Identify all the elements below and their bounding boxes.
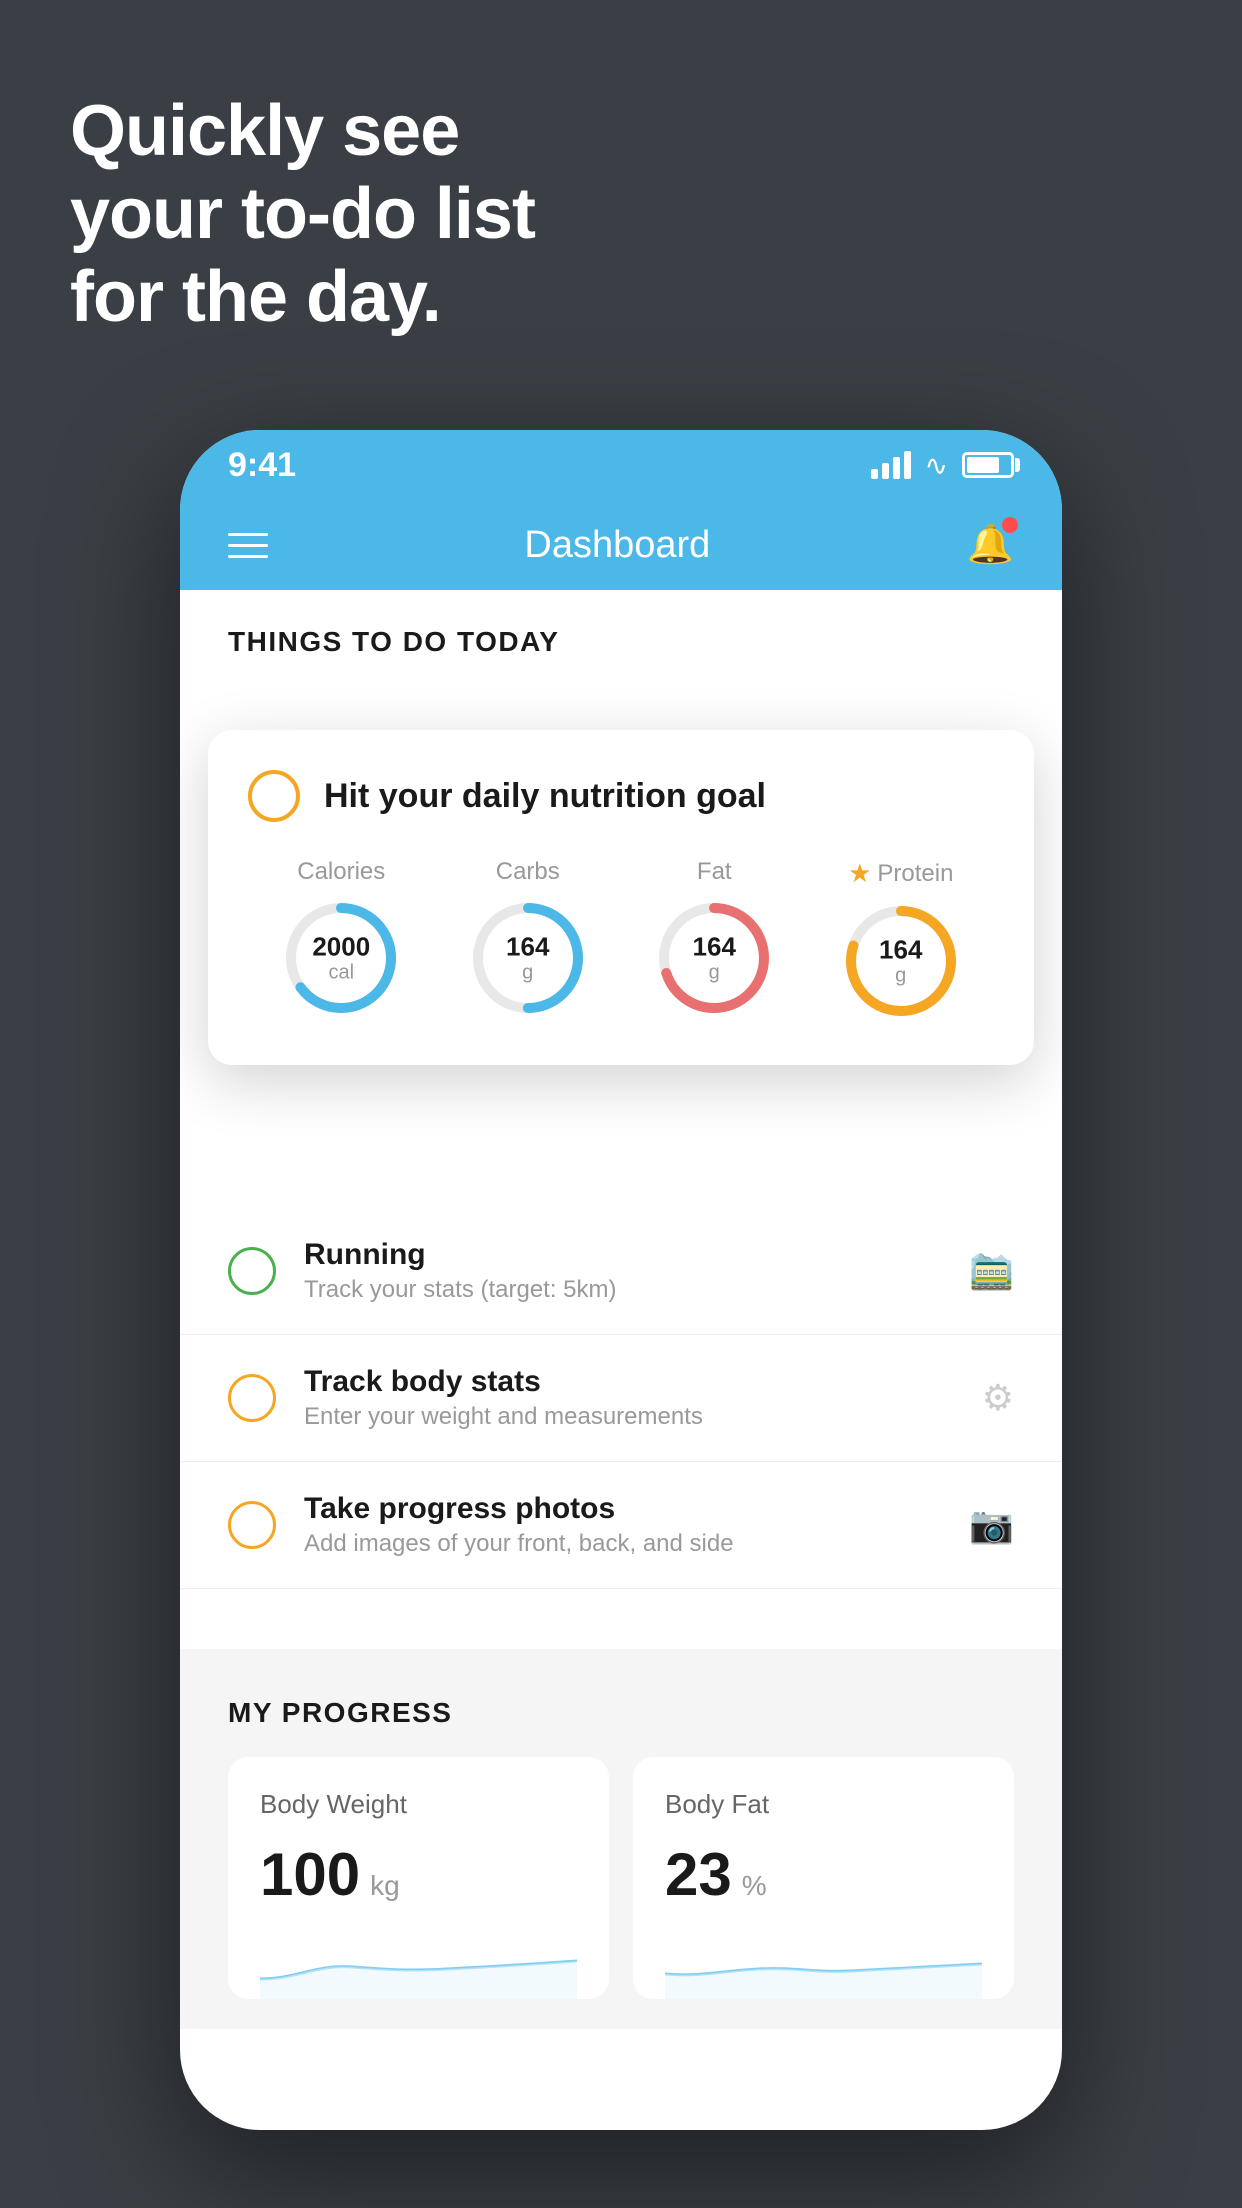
body-fat-chart [665, 1929, 982, 1999]
calories-item: Calories 2000 cal [281, 858, 401, 1018]
nutrition-check-circle[interactable] [248, 770, 300, 822]
menu-button[interactable] [228, 533, 268, 558]
body-fat-title: Body Fat [665, 1789, 982, 1820]
signal-icon [871, 451, 911, 479]
status-icons: ∿ [871, 449, 1014, 482]
todo-item-photos[interactable]: Take progress photos Add images of your … [180, 1462, 1062, 1589]
body-weight-number: 100 [260, 1840, 360, 1909]
nutrition-card: Hit your daily nutrition goal Calories 2… [208, 730, 1034, 1065]
photos-sub: Add images of your front, back, and side [304, 1530, 941, 1558]
hero-line1: Quickly see [70, 90, 535, 173]
fat-label: Fat [697, 858, 732, 886]
carbs-value: 164 [506, 933, 549, 962]
running-name: Running [304, 1238, 941, 1272]
protein-donut: 164 g [841, 901, 961, 1021]
body-fat-value: 23 % [665, 1840, 982, 1909]
body-stats-icon: ⚙ [982, 1377, 1014, 1419]
carbs-item: Carbs 164 g [468, 858, 588, 1018]
fat-item: Fat 164 g [654, 858, 774, 1018]
body-stats-sub: Enter your weight and measurements [304, 1403, 954, 1431]
progress-section: MY PROGRESS Body Weight 100 kg [180, 1649, 1062, 2029]
phone-mockup: 9:41 ∿ Dashboard 🔔 THINGS TO [180, 430, 1062, 2130]
body-fat-card: Body Fat 23 % [633, 1757, 1014, 1999]
todo-list: Running Track your stats (target: 5km) 🚞… [180, 1208, 1062, 1589]
protein-unit: g [879, 964, 922, 986]
nutrition-circles: Calories 2000 cal Carbs [248, 858, 994, 1021]
progress-header: MY PROGRESS [228, 1697, 1014, 1729]
app-title: Dashboard [524, 524, 710, 567]
app-header: Dashboard 🔔 [180, 500, 1062, 590]
todo-item-body-stats[interactable]: Track body stats Enter your weight and m… [180, 1335, 1062, 1462]
hero-text: Quickly see your to-do list for the day. [70, 90, 535, 338]
body-weight-value: 100 kg [260, 1840, 577, 1909]
nutrition-header: Hit your daily nutrition goal [248, 770, 994, 822]
running-icon: 🚞 [969, 1250, 1014, 1292]
fat-unit: g [693, 961, 736, 983]
carbs-unit: g [506, 961, 549, 983]
calories-donut: 2000 cal [281, 898, 401, 1018]
fat-donut: 164 g [654, 898, 774, 1018]
status-time: 9:41 [228, 446, 296, 485]
body-weight-unit: kg [370, 1870, 400, 1902]
carbs-donut: 164 g [468, 898, 588, 1018]
progress-cards: Body Weight 100 kg Body Fat [228, 1757, 1014, 1999]
photos-text: Take progress photos Add images of your … [304, 1492, 941, 1558]
photos-name: Take progress photos [304, 1492, 941, 1526]
running-sub: Track your stats (target: 5km) [304, 1276, 941, 1304]
body-stats-name: Track body stats [304, 1365, 954, 1399]
body-weight-title: Body Weight [260, 1789, 577, 1820]
todo-item-running[interactable]: Running Track your stats (target: 5km) 🚞 [180, 1208, 1062, 1335]
fat-value: 164 [693, 933, 736, 962]
wifi-icon: ∿ [925, 449, 948, 482]
body-weight-card: Body Weight 100 kg [228, 1757, 609, 1999]
body-weight-chart [260, 1929, 577, 1999]
calories-value: 2000 [312, 933, 370, 962]
body-stats-circle [228, 1374, 276, 1422]
hero-line3: for the day. [70, 256, 535, 339]
battery-icon [962, 452, 1014, 478]
carbs-label: Carbs [496, 858, 560, 886]
protein-value: 164 [879, 936, 922, 965]
notification-bell-button[interactable]: 🔔 [967, 523, 1014, 567]
photos-circle [228, 1501, 276, 1549]
status-bar: 9:41 ∿ [180, 430, 1062, 500]
star-icon: ★ [848, 858, 871, 889]
body-stats-text: Track body stats Enter your weight and m… [304, 1365, 954, 1431]
protein-item: ★ Protein 164 g [841, 858, 961, 1021]
running-text: Running Track your stats (target: 5km) [304, 1238, 941, 1304]
body-fat-unit: % [742, 1870, 767, 1902]
calories-unit: cal [312, 961, 370, 983]
photos-icon: 📷 [969, 1504, 1014, 1546]
notification-dot [1002, 517, 1018, 533]
calories-label: Calories [297, 858, 385, 886]
protein-label: ★ Protein [848, 858, 953, 889]
nutrition-title: Hit your daily nutrition goal [324, 777, 766, 816]
things-to-do-header: THINGS TO DO TODAY [180, 590, 1062, 678]
hero-line2: your to-do list [70, 173, 535, 256]
body-fat-number: 23 [665, 1840, 732, 1909]
running-circle [228, 1247, 276, 1295]
